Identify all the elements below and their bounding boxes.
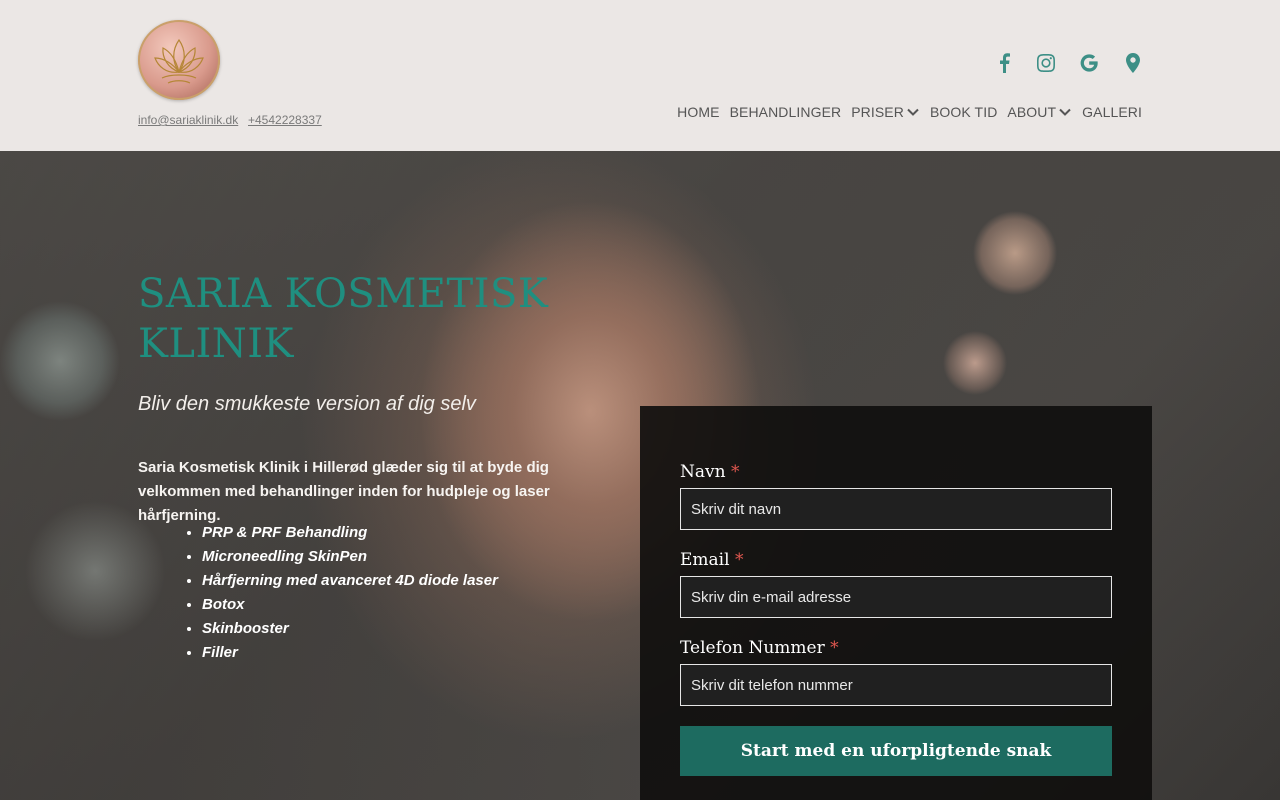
phone-label: Telefon Nummer * bbox=[680, 638, 839, 658]
clinic-logo[interactable] bbox=[138, 20, 220, 100]
nav-behandlinger[interactable]: BEHANDLINGER bbox=[730, 104, 842, 120]
phone-input[interactable] bbox=[680, 664, 1112, 706]
list-item: PRP & PRF Behandling bbox=[202, 521, 498, 545]
submit-button[interactable]: Start med en uforpligtende snak bbox=[680, 726, 1112, 776]
email-input[interactable] bbox=[680, 576, 1112, 618]
email-label: Email * bbox=[680, 550, 743, 570]
chevron-down-icon bbox=[1059, 108, 1071, 116]
phone-label-text: Telefon Nummer bbox=[680, 638, 825, 658]
phone-link[interactable]: +4542228337 bbox=[248, 113, 322, 127]
main-navigation: HOME BEHANDLINGER PRISER BOOK TID ABOUT … bbox=[677, 104, 1142, 120]
facebook-icon[interactable] bbox=[991, 50, 1017, 76]
contact-form: Navn * Email * Telefon Nummer * Start me… bbox=[640, 406, 1152, 800]
name-label-text: Navn bbox=[680, 462, 726, 482]
nav-galleri[interactable]: GALLERI bbox=[1082, 104, 1142, 120]
list-item: Filler bbox=[202, 641, 498, 665]
hero-subtitle: Bliv den smukkeste version af dig selv bbox=[138, 393, 476, 415]
hero-title: SARIA KOSMETISK KLINIK bbox=[138, 271, 549, 367]
required-marker: * bbox=[830, 638, 839, 658]
nav-book-tid[interactable]: BOOK TID bbox=[930, 104, 997, 120]
nav-priser-label: PRISER bbox=[851, 104, 904, 120]
required-marker: * bbox=[730, 462, 740, 482]
nav-priser[interactable]: PRISER bbox=[851, 104, 920, 120]
list-item: Microneedling SkinPen bbox=[202, 545, 498, 569]
nav-home[interactable]: HOME bbox=[677, 104, 719, 120]
nav-about[interactable]: ABOUT bbox=[1007, 104, 1072, 120]
nav-about-label: ABOUT bbox=[1007, 104, 1057, 120]
list-item: Hårfjerning med avanceret 4D diode laser bbox=[202, 569, 498, 593]
hero-section: SARIA KOSMETISK KLINIK Bliv den smukkest… bbox=[0, 151, 1280, 800]
nav-book-tid-label: BOOK TID bbox=[929, 104, 998, 120]
hero-intro-text: Saria Kosmetisk Klinik i Hillerød glæder… bbox=[138, 459, 550, 524]
email-label-text: Email bbox=[680, 550, 730, 570]
required-marker: * bbox=[734, 550, 744, 570]
list-item: Botox bbox=[202, 593, 498, 617]
lotus-icon bbox=[154, 38, 204, 84]
name-label: Navn * bbox=[680, 462, 739, 482]
treatment-list: PRP & PRF Behandling Microneedling SkinP… bbox=[202, 521, 498, 665]
nav-behandlinger-label: BEHANDLINGER bbox=[729, 104, 842, 120]
site-header: info@sariaklinik.dk +4542228337 HOME BEH… bbox=[0, 0, 1280, 151]
nav-home-label: HOME bbox=[677, 104, 720, 120]
chevron-down-icon bbox=[907, 108, 919, 116]
name-input[interactable] bbox=[680, 488, 1112, 530]
map-pin-icon[interactable] bbox=[1120, 50, 1146, 76]
nav-galleri-label: GALLERI bbox=[1082, 104, 1142, 120]
list-item: Skinbooster bbox=[202, 617, 498, 641]
email-link[interactable]: info@sariaklinik.dk bbox=[138, 113, 238, 127]
google-icon[interactable] bbox=[1076, 50, 1102, 76]
instagram-icon[interactable] bbox=[1033, 50, 1059, 76]
